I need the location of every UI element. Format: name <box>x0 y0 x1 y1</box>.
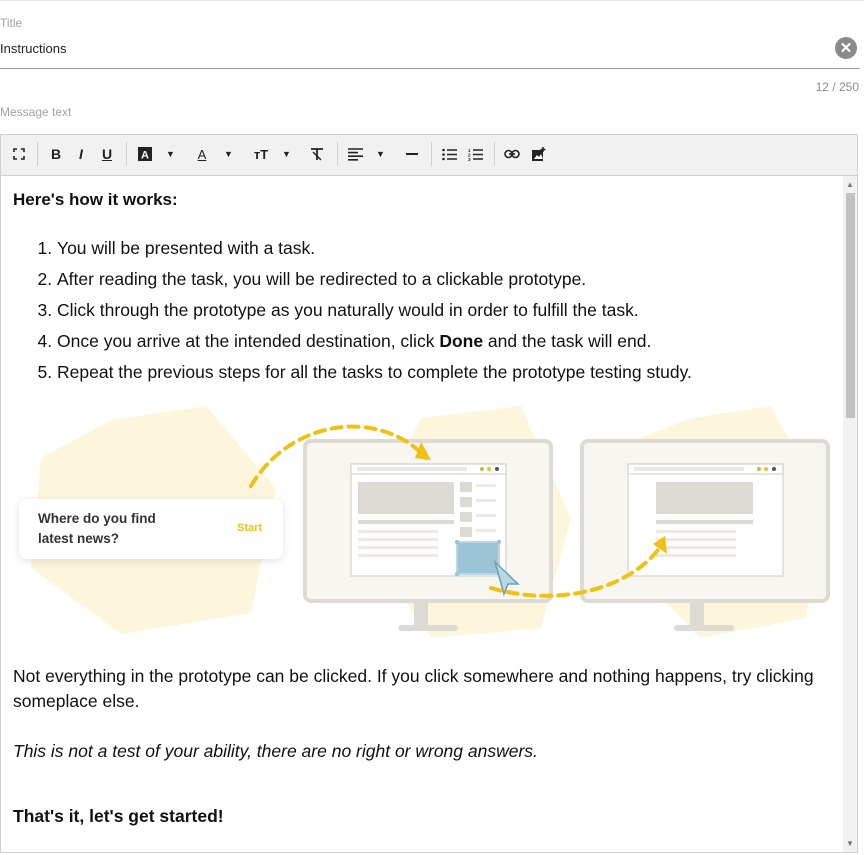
message-text-label: Message text <box>0 105 72 119</box>
closing-line: That's it, let's get started! <box>13 806 224 826</box>
horizontal-rule-icon[interactable] <box>405 144 419 164</box>
done-bold: Done <box>439 331 484 351</box>
chevron-down-icon[interactable]: ▼ <box>376 144 385 164</box>
clear-title-icon[interactable]: ✕ <box>835 37 857 59</box>
insert-image-icon[interactable] <box>530 144 546 164</box>
editor-toolbar: B I U A ▼ A ▼ тT ▼ ▼ 123 <box>1 135 857 176</box>
monitor-illustration <box>303 439 553 631</box>
list-item: Click through the prototype as you natur… <box>57 295 837 326</box>
align-left-icon[interactable] <box>347 144 363 164</box>
list-item: Once you arrive at the intended destinat… <box>57 326 837 357</box>
note-paragraph: Not everything in the prototype can be c… <box>13 666 814 711</box>
scroll-up-icon[interactable]: ▲ <box>846 180 854 189</box>
step-text: Once you arrive at the intended destinat… <box>57 331 440 351</box>
chevron-down-icon[interactable]: ▼ <box>224 144 233 164</box>
chevron-down-icon[interactable]: ▼ <box>282 144 291 164</box>
top-divider <box>0 0 864 1</box>
editor-scrollbar[interactable]: ▲ ▼ <box>843 176 857 852</box>
clear-format-icon[interactable] <box>309 144 325 164</box>
chevron-down-icon[interactable]: ▼ <box>166 144 175 164</box>
list-item: Repeat the previous steps for all the ta… <box>57 357 837 388</box>
editor-content[interactable]: Here's how it works: You will be present… <box>1 176 842 852</box>
title-underline <box>0 68 860 69</box>
svg-text:A: A <box>141 150 149 162</box>
italic-button[interactable]: I <box>74 144 88 164</box>
title-label: Title <box>0 16 23 30</box>
monitor-illustration <box>580 439 830 631</box>
bold-button[interactable]: B <box>49 144 63 164</box>
italic-note: This is not a test of your ability, ther… <box>13 741 538 761</box>
start-label: Start <box>237 522 262 534</box>
underline-button[interactable]: U <box>100 144 114 164</box>
task-card: Where do you find latest news? Start <box>19 499 283 559</box>
title-input[interactable]: Instructions <box>0 41 66 56</box>
character-counter: 12 / 250 <box>815 80 859 94</box>
svg-text:3: 3 <box>468 157 471 161</box>
prototype-illustration: Where do you find latest news? Start <box>19 406 830 638</box>
link-icon[interactable] <box>504 144 520 164</box>
text-size-button[interactable]: тT <box>252 144 270 164</box>
content-heading: Here's how it works: <box>13 190 178 209</box>
task-question-line2: latest news? <box>38 531 119 546</box>
numbered-list-icon[interactable]: 123 <box>467 144 483 164</box>
bullet-list-icon[interactable] <box>441 144 457 164</box>
task-question: Where do you find <box>38 511 156 526</box>
list-item: After reading the task, you will be redi… <box>57 264 837 295</box>
step-tail: and the task will end. <box>483 331 652 351</box>
text-color-button[interactable]: A <box>195 144 209 164</box>
rich-text-editor[interactable]: B I U A ▼ A ▼ тT ▼ ▼ 123 Here's how it w… <box>0 134 858 853</box>
scroll-down-icon[interactable]: ▼ <box>846 839 854 848</box>
fullscreen-icon[interactable] <box>12 144 26 164</box>
list-item: You will be presented with a task. <box>57 233 837 264</box>
background-color-icon[interactable]: A <box>137 144 153 164</box>
steps-list: You will be presented with a task. After… <box>13 233 837 388</box>
scrollbar-thumb[interactable] <box>846 193 855 418</box>
